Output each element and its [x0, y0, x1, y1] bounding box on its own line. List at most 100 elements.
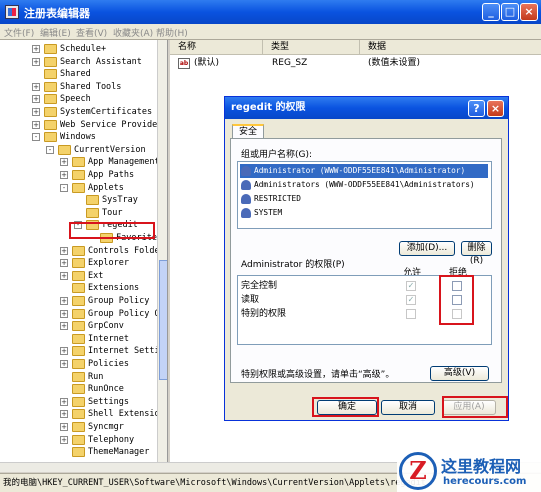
- expand-icon[interactable]: +: [60, 246, 68, 255]
- folder-icon: [72, 321, 85, 332]
- expand-icon[interactable]: +: [32, 82, 40, 91]
- allow-read-checkbox[interactable]: ✓: [406, 295, 416, 305]
- scroll-thumb[interactable]: [159, 260, 167, 380]
- folder-icon: [44, 44, 57, 54]
- user-item[interactable]: Administrators (WWW-ODDF55EE841\Administ…: [240, 178, 475, 192]
- add-button[interactable]: 添加(D)...: [399, 241, 455, 256]
- allow-special-checkbox[interactable]: [406, 309, 416, 319]
- advanced-button[interactable]: 高级(V): [430, 366, 489, 381]
- expand-icon[interactable]: +: [60, 360, 68, 368]
- tree-node-label: Applets: [88, 182, 124, 193]
- registry-tree[interactable]: + Schedule+ + Search Assistant Shared + Shared…: [0, 40, 168, 462]
- folder-icon: [86, 195, 99, 206]
- tree-node-label: Settings: [88, 396, 129, 407]
- collapse-icon[interactable]: -: [46, 145, 54, 154]
- tree-node-label: Internet Setti: [88, 346, 160, 357]
- menu-help[interactable]: 帮助(H): [156, 26, 188, 39]
- expand-icon[interactable]: +: [60, 297, 68, 305]
- folder-icon: [44, 107, 57, 117]
- expand-icon[interactable]: +: [60, 271, 68, 280]
- highlight-ok-button: [312, 397, 379, 417]
- tree-node-label: Controls Folder: [88, 245, 165, 256]
- advanced-hint-text: 特别权限或高级设置，请单击“高级”。: [241, 370, 395, 380]
- tree-node-label: Policies: [88, 359, 129, 369]
- value-data: (数值未设置): [368, 58, 421, 68]
- tab-security[interactable]: 安全: [232, 124, 264, 139]
- expand-icon[interactable]: +: [60, 322, 68, 331]
- tree-node-label: RunOnce: [88, 384, 124, 395]
- dialog-close-button[interactable]: ×: [487, 100, 504, 117]
- expand-icon[interactable]: +: [60, 423, 68, 431]
- minimize-button[interactable]: _: [482, 3, 500, 21]
- folder-icon: [72, 384, 85, 395]
- folder-icon: [44, 69, 57, 80]
- folder-icon: [72, 371, 85, 382]
- expand-icon[interactable]: +: [60, 435, 68, 444]
- folder-icon: [72, 396, 85, 407]
- tree-node-label: Web Service Providers: [60, 119, 168, 130]
- menu-favorites[interactable]: 收藏夹(A): [113, 26, 153, 39]
- help-button[interactable]: ?: [468, 100, 485, 117]
- tree-node-label: Tour: [102, 207, 123, 218]
- permission-special: 特别的权限: [241, 309, 287, 319]
- user-item[interactable]: SYSTEM: [240, 206, 282, 220]
- expand-icon[interactable]: +: [60, 158, 68, 167]
- folder-icon: [72, 308, 85, 319]
- value-name[interactable]: (默认): [194, 57, 219, 70]
- user-item[interactable]: Administrator (WWW-ODDF55EE841\Administr…: [240, 164, 488, 178]
- menu-bar: 文件(F) 编辑(E) 查看(V) 收藏夹(A) 帮助(H): [0, 24, 541, 40]
- expand-icon[interactable]: +: [32, 108, 40, 116]
- menu-edit[interactable]: 编辑(E): [40, 26, 71, 39]
- column-header-name[interactable]: 名称: [170, 40, 263, 55]
- expand-icon[interactable]: +: [32, 95, 40, 104]
- column-header-type[interactable]: 类型: [263, 40, 360, 55]
- folder-icon: [72, 359, 85, 369]
- menu-view[interactable]: 查看(V): [76, 26, 107, 39]
- folder-icon: [72, 422, 85, 432]
- folder-icon: [72, 270, 85, 281]
- folder-icon: [58, 144, 71, 155]
- close-button[interactable]: ×: [520, 3, 538, 21]
- folder-icon: [72, 447, 85, 458]
- expand-icon[interactable]: +: [60, 347, 68, 356]
- collapse-icon[interactable]: -: [32, 133, 40, 142]
- tree-node-label: ThemeManager: [88, 447, 150, 458]
- expand-icon[interactable]: +: [32, 120, 40, 129]
- user-item[interactable]: RESTRICTED: [240, 192, 301, 206]
- folder-icon: [72, 157, 85, 168]
- permission-full-control: 完全控制: [241, 281, 278, 291]
- allow-full-control-checkbox[interactable]: ✓: [406, 281, 416, 291]
- expand-icon[interactable]: +: [60, 171, 68, 179]
- expand-icon[interactable]: +: [60, 259, 68, 268]
- maximize-button[interactable]: □: [501, 3, 519, 21]
- highlight-deny-column: [439, 275, 474, 325]
- expand-icon[interactable]: +: [60, 309, 68, 318]
- tree-node-label: Shell Extension: [88, 409, 165, 420]
- tree-scrollbar[interactable]: [157, 40, 167, 462]
- collapse-icon[interactable]: -: [60, 183, 68, 192]
- folder-icon: [72, 283, 85, 294]
- permission-read: 读取: [241, 295, 260, 305]
- menu-file[interactable]: 文件(F): [4, 26, 34, 39]
- users-listbox[interactable]: Administrator (WWW-ODDF55EE841\Administr…: [237, 161, 492, 229]
- watermark-logo: Z: [399, 452, 437, 490]
- permissions-dialog: regedit 的权限 ? × 安全 组或用户名称(G): Administra…: [224, 96, 509, 421]
- permissions-label: Administrator 的权限(P): [241, 260, 345, 270]
- regedit-app-icon: [5, 5, 19, 19]
- tree-node-label: App Paths: [88, 170, 135, 180]
- tree-node-label: CurrentVersion: [74, 144, 146, 155]
- folder-icon: [72, 346, 85, 357]
- column-header-data[interactable]: 数据: [360, 40, 541, 55]
- remove-button[interactable]: 删除(R): [461, 241, 492, 266]
- tree-node-label: Group Policy O: [88, 308, 160, 319]
- folder-icon: [72, 434, 85, 445]
- cancel-button[interactable]: 取消: [381, 400, 435, 415]
- tree-node-label: Windows: [60, 132, 96, 143]
- expand-icon[interactable]: +: [60, 397, 68, 406]
- tree-node-label: Schedule+: [60, 44, 107, 54]
- tree-node-label: Speech: [60, 94, 91, 105]
- expand-icon[interactable]: +: [32, 45, 40, 53]
- expand-icon[interactable]: +: [32, 57, 40, 66]
- expand-icon[interactable]: +: [60, 410, 68, 419]
- value-type: REG_SZ: [272, 58, 308, 68]
